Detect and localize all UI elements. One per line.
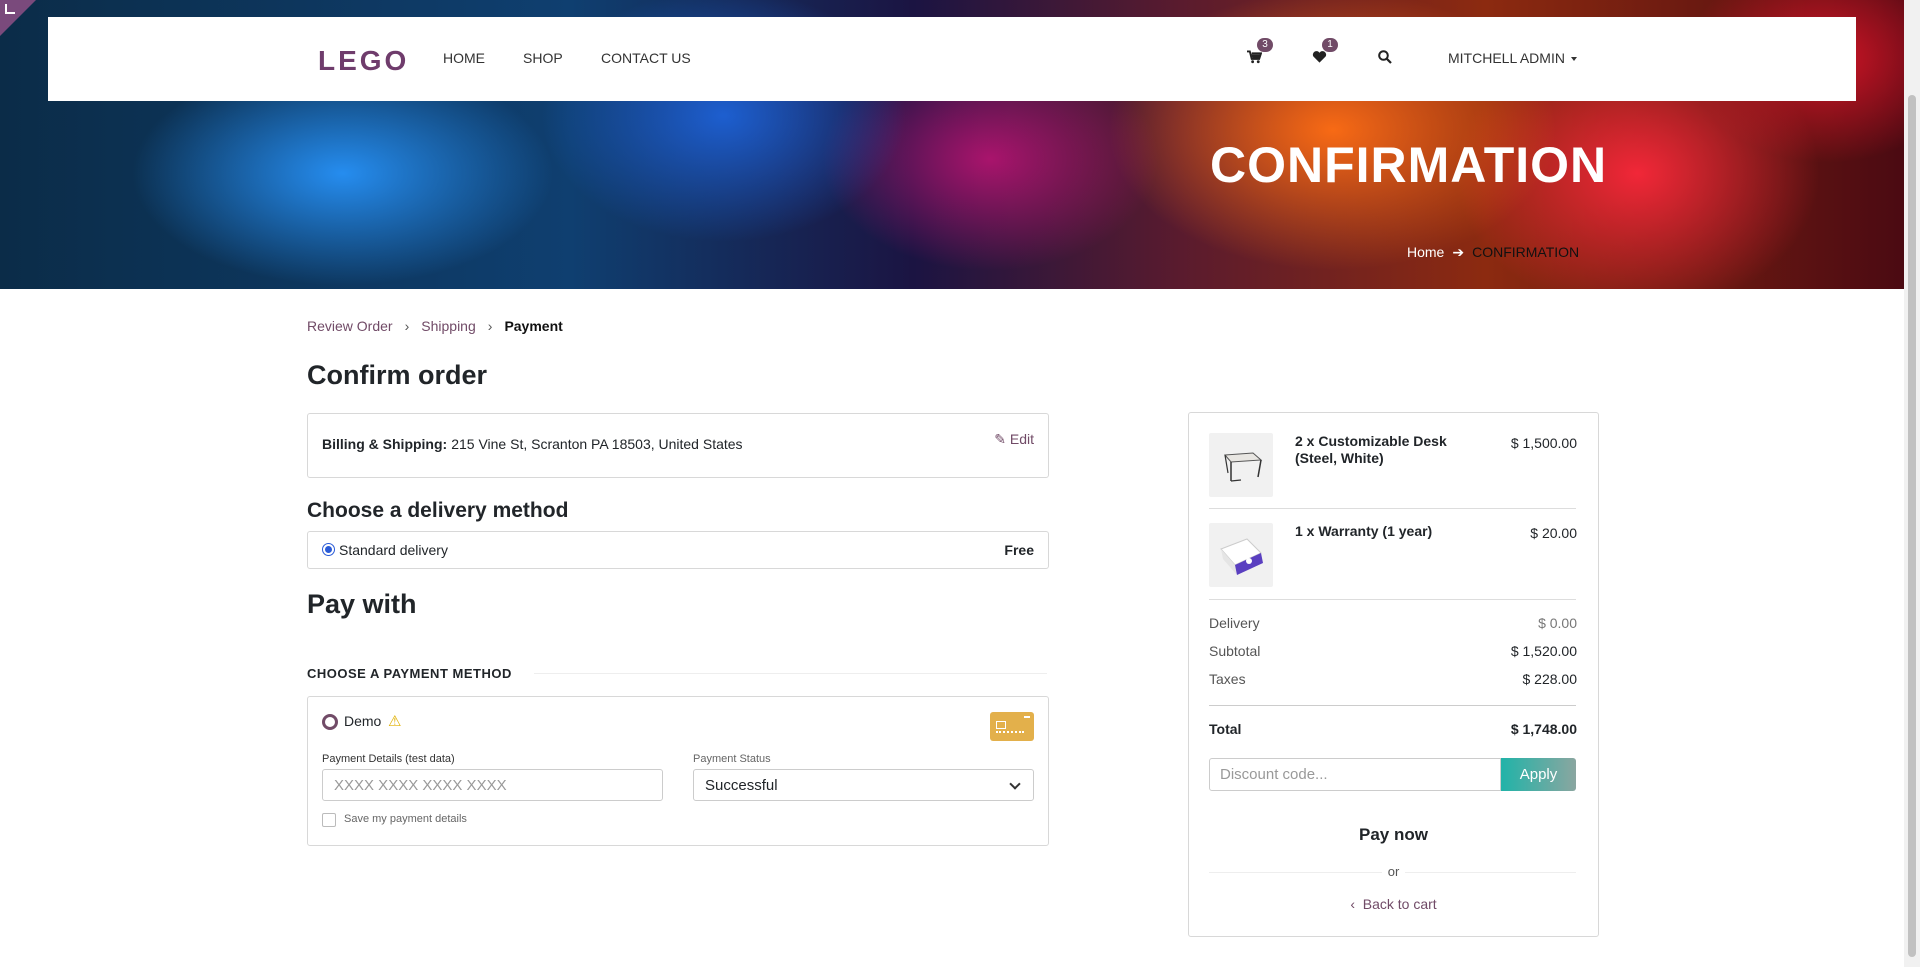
user-menu[interactable]: MITCHELL ADMIN — [1448, 50, 1577, 66]
corner-icon — [5, 4, 15, 14]
delivery-heading: Choose a delivery method — [307, 499, 569, 522]
cart-icon — [1247, 50, 1263, 64]
apply-discount-button[interactable]: Apply — [1501, 758, 1576, 791]
page-scrollbar[interactable] — [1904, 0, 1920, 967]
breadcrumb-current: CONFIRMATION — [1472, 244, 1580, 260]
credit-card-icon — [990, 712, 1034, 741]
payment-provider-name: Demo — [344, 713, 382, 729]
subtotal-value: $ 1,520.00 — [1510, 643, 1577, 659]
corner-toggle[interactable] — [0, 0, 36, 36]
taxes-label: Taxes — [1209, 671, 1246, 687]
step-review-order[interactable]: Review Order — [307, 318, 393, 334]
product-image-desk — [1209, 433, 1273, 497]
chevron-down-icon — [1009, 778, 1021, 790]
page-title: CONFIRMATION — [1210, 137, 1608, 193]
payment-method-card: Demo ⚠ Payment Details (test data) Payme… — [307, 696, 1049, 846]
total-value: $ 1,748.00 — [1510, 721, 1577, 737]
billing-label: Billing & Shipping: — [322, 436, 448, 452]
delivery-value: $ 0.00 — [1538, 615, 1577, 631]
breadcrumb-home[interactable]: Home — [1407, 244, 1444, 260]
warranty-box-icon — [1220, 538, 1263, 575]
wishlist-button[interactable]: 1 — [1312, 38, 1338, 68]
divider — [1209, 599, 1576, 600]
back-to-cart-link[interactable]: ‹ Back to cart — [1189, 896, 1598, 912]
pay-with-heading: Pay with — [307, 589, 417, 619]
divider — [1209, 705, 1576, 706]
caret-down-icon — [1570, 57, 1577, 62]
delivery-radio[interactable] — [322, 543, 335, 556]
delivery-label: Delivery — [1209, 615, 1260, 631]
arrow-right-icon: ➔ — [1452, 244, 1465, 260]
payment-method-heading: CHOOSE A PAYMENT METHOD — [307, 666, 512, 681]
payment-status-select[interactable]: Successful — [693, 769, 1034, 801]
nav-shop[interactable]: SHOP — [523, 50, 563, 66]
search-icon — [1378, 50, 1392, 64]
item-name-warranty[interactable]: 1 x Warranty (1 year) — [1295, 523, 1465, 540]
checkout-steps: Review Order › Shipping › Payment — [307, 318, 563, 334]
payment-details-label: Payment Details (test data) — [322, 753, 455, 765]
item-price-desk: $ 1,500.00 — [1510, 435, 1577, 451]
search-button[interactable] — [1378, 50, 1392, 68]
chevron-right-icon: › — [404, 318, 410, 334]
warning-icon: ⚠ — [388, 713, 402, 730]
order-summary: 2 x Customizable Desk (Steel, White) $ 1… — [1188, 412, 1599, 937]
subtotal-label: Subtotal — [1209, 643, 1261, 659]
item-name-desk[interactable]: 2 x Customizable Desk (Steel, White) — [1295, 433, 1465, 467]
heart-icon — [1312, 51, 1327, 63]
step-payment: Payment — [504, 318, 563, 334]
step-shipping[interactable]: Shipping — [421, 318, 476, 334]
product-image-warranty — [1209, 523, 1273, 587]
item-price-warranty: $ 20.00 — [1530, 525, 1577, 541]
total-label: Total — [1209, 721, 1242, 737]
hero-breadcrumb: Home ➔ CONFIRMATION — [1407, 244, 1579, 261]
save-details-checkbox[interactable] — [322, 813, 336, 827]
cart-count-badge: 3 — [1257, 38, 1273, 52]
card-number-input[interactable] — [322, 769, 663, 801]
taxes-value: $ 228.00 — [1522, 671, 1578, 687]
divider — [1209, 508, 1576, 509]
nav-contact-us[interactable]: CONTACT US — [601, 50, 691, 66]
user-name: MITCHELL ADMIN — [1448, 50, 1565, 66]
site-logo[interactable]: LEGO — [318, 45, 409, 77]
wishlist-count-badge: 1 — [1322, 38, 1338, 52]
chevron-left-icon: ‹ — [1350, 896, 1355, 912]
confirm-order-heading: Confirm order — [307, 360, 488, 390]
delivery-price: Free — [1004, 542, 1034, 558]
billing-address: 215 Vine St, Scranton PA 18503, United S… — [451, 436, 743, 452]
payment-status-value: Successful — [705, 777, 778, 794]
payment-radio-demo[interactable] — [322, 714, 338, 730]
chevron-right-icon: › — [487, 318, 493, 334]
payment-status-label: Payment Status — [693, 753, 771, 765]
delivery-option[interactable]: Standard delivery Free — [307, 531, 1049, 569]
delivery-name: Standard delivery — [339, 542, 448, 558]
discount-code-input[interactable] — [1209, 758, 1501, 791]
nav-home[interactable]: HOME — [443, 50, 485, 66]
edit-address-button[interactable]: ✎ Edit — [994, 431, 1034, 448]
desk-icon — [1223, 452, 1263, 482]
pay-now-button[interactable]: Pay now — [1189, 825, 1598, 845]
pencil-icon: ✎ — [994, 431, 1006, 447]
billing-card: Billing & Shipping: 215 Vine St, Scranton… — [307, 413, 1049, 478]
scrollbar-thumb[interactable] — [1908, 95, 1916, 957]
cart-button[interactable]: 3 — [1247, 38, 1273, 68]
top-navbar: LEGO HOME SHOP CONTACT US 3 1 MITCHELL A… — [48, 17, 1856, 101]
or-separator: or — [1189, 864, 1598, 879]
save-details-label: Save my payment details — [344, 813, 467, 825]
divider — [534, 673, 1047, 674]
